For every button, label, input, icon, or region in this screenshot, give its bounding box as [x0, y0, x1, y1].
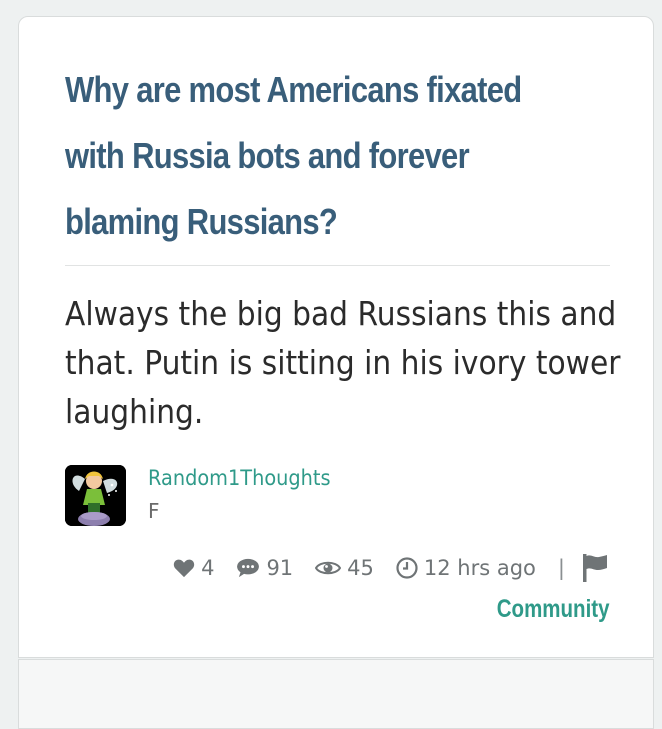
views-count: 45 — [347, 556, 374, 580]
heart-icon — [173, 559, 195, 578]
post-body: Always the big bad Russians this and tha… — [65, 294, 621, 431]
post-card[interactable]: Why are most Americans fixated with Russ… — [18, 16, 654, 658]
flag-icon — [583, 554, 607, 582]
likes-stat[interactable]: 4 — [173, 556, 214, 580]
eye-icon — [315, 561, 342, 575]
views-stat: 45 — [315, 556, 374, 580]
author-avatar[interactable] — [65, 465, 126, 526]
time-stat: 12 hrs ago — [396, 556, 536, 580]
report-button[interactable] — [581, 553, 609, 583]
next-post-card[interactable] — [18, 659, 654, 729]
post-stats: 4 91 45 12 hrs ago | — [173, 553, 609, 583]
post-time: 12 hrs ago — [423, 556, 536, 580]
fairy-avatar-icon — [65, 465, 126, 526]
speech-bubble-icon — [237, 558, 260, 578]
category-link[interactable]: Community — [496, 595, 609, 624]
title-divider — [65, 265, 610, 266]
author-gender: F — [148, 499, 160, 523]
post-title[interactable]: Why are most Americans fixated with Russ… — [65, 57, 581, 255]
author-name-link[interactable]: Random1Thoughts — [148, 466, 331, 490]
clock-icon — [396, 557, 418, 579]
likes-count: 4 — [201, 556, 215, 580]
stats-separator: | — [557, 556, 565, 580]
comments-count: 91 — [266, 556, 294, 580]
comments-stat[interactable]: 91 — [236, 556, 293, 580]
